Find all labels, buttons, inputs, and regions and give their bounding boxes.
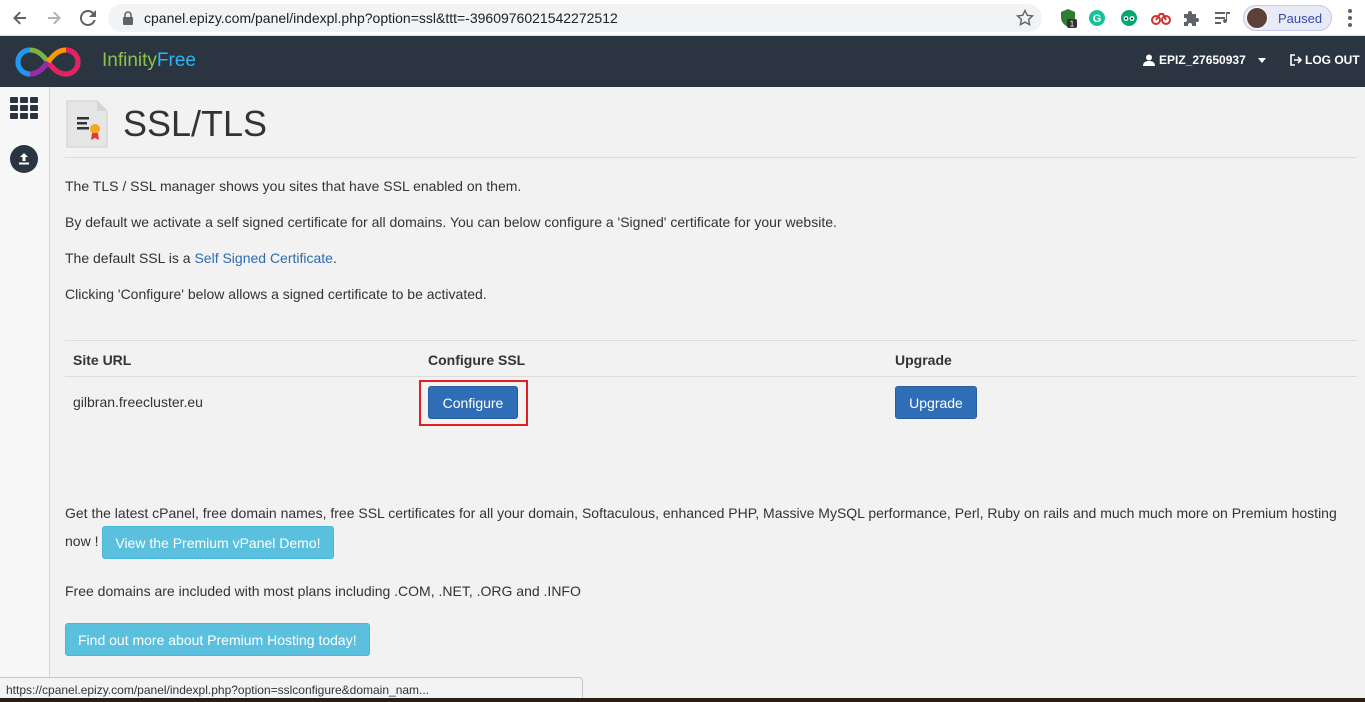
table-row: gilbran.freecluster.eu Configure Upgrade	[65, 377, 1357, 429]
browser-toolbar: cpanel.epizy.com/panel/indexpl.php?optio…	[0, 0, 1365, 36]
bookmark-star-icon[interactable]	[1015, 8, 1035, 27]
logout-label: LOG OUT	[1305, 53, 1360, 67]
logout-icon	[1290, 54, 1302, 66]
table-header: Site URL Configure SSL Upgrade	[65, 340, 1357, 377]
forward-arrow-icon[interactable]	[42, 6, 66, 30]
shield-extension-icon[interactable]: 1	[1058, 8, 1078, 28]
ssl-table: Site URL Configure SSL Upgrade gilbran.f…	[65, 340, 1357, 429]
extensions-puzzle-icon[interactable]	[1182, 8, 1202, 28]
username: EPIZ_27650937	[1159, 53, 1246, 67]
profile-status: Paused	[1278, 10, 1323, 26]
certificate-document-icon	[65, 99, 109, 149]
logout-link[interactable]: LOG OUT	[1290, 53, 1360, 67]
self-signed-certificate-link[interactable]: Self Signed Certificate	[194, 250, 333, 266]
column-site-url: Site URL	[73, 352, 132, 368]
url-text: cpanel.epizy.com/panel/indexpl.php?optio…	[144, 10, 618, 26]
configure-button[interactable]: Configure	[428, 386, 518, 419]
apps-grid-icon[interactable]	[10, 97, 38, 121]
cycling-extension-icon[interactable]	[1151, 8, 1171, 28]
intro-text: The TLS / SSL manager shows you sites th…	[65, 178, 522, 194]
upload-icon[interactable]	[10, 145, 38, 173]
link-status-bar: https://cpanel.epizy.com/panel/indexpl.p…	[0, 677, 583, 699]
caret-down-icon	[1257, 57, 1266, 63]
svg-text:1: 1	[1070, 20, 1075, 29]
grammarly-icon[interactable]: G	[1087, 8, 1107, 28]
tripadvisor-icon[interactable]	[1119, 8, 1139, 28]
lock-icon[interactable]	[120, 10, 136, 26]
brand-name[interactable]: InfinityFree	[102, 50, 196, 72]
media-queue-icon[interactable]	[1213, 8, 1233, 28]
page-header: SSL/TLS	[65, 99, 267, 149]
site-url: gilbran.freecluster.eu	[73, 394, 203, 410]
page-title: SSL/TLS	[123, 103, 268, 144]
configure-hint-text: Clicking 'Configure' below allows a sign…	[65, 286, 487, 302]
browser-menu-icon[interactable]	[1342, 8, 1358, 28]
svg-text:G: G	[1093, 13, 1102, 25]
default-ssl-text: The default SSL is a Self Signed Certifi…	[65, 250, 337, 266]
desktop-background-strip	[0, 698, 1365, 702]
profile-chip[interactable]: Paused	[1243, 5, 1332, 31]
avatar	[1246, 7, 1268, 29]
user-dropdown[interactable]: EPIZ_27650937	[1143, 53, 1266, 67]
upgrade-button[interactable]: Upgrade	[895, 386, 977, 419]
premium-demo-button[interactable]: View the Premium vPanel Demo!	[102, 526, 334, 559]
free-domains-text: Free domains are included with most plan…	[65, 583, 581, 599]
sidebar	[0, 87, 50, 702]
reload-icon[interactable]	[76, 6, 100, 30]
user-icon	[1143, 54, 1155, 66]
address-bar[interactable]: cpanel.epizy.com/panel/indexpl.php?optio…	[108, 4, 1042, 32]
back-arrow-icon[interactable]	[8, 6, 32, 30]
default-cert-text: By default we activate a self signed cer…	[65, 214, 837, 230]
column-upgrade: Upgrade	[895, 352, 952, 368]
promo-section: Get the latest cPanel, free domain names…	[65, 501, 1357, 656]
app-header: InfinityFree EPIZ_27650937 LOG OUT	[0, 36, 1365, 87]
promo-text: Get the latest cPanel, free domain names…	[65, 501, 1357, 559]
divider	[65, 157, 1357, 158]
premium-hosting-button[interactable]: Find out more about Premium Hosting toda…	[65, 623, 370, 656]
column-configure-ssl: Configure SSL	[428, 352, 526, 368]
infinity-logo-icon[interactable]	[14, 46, 82, 78]
